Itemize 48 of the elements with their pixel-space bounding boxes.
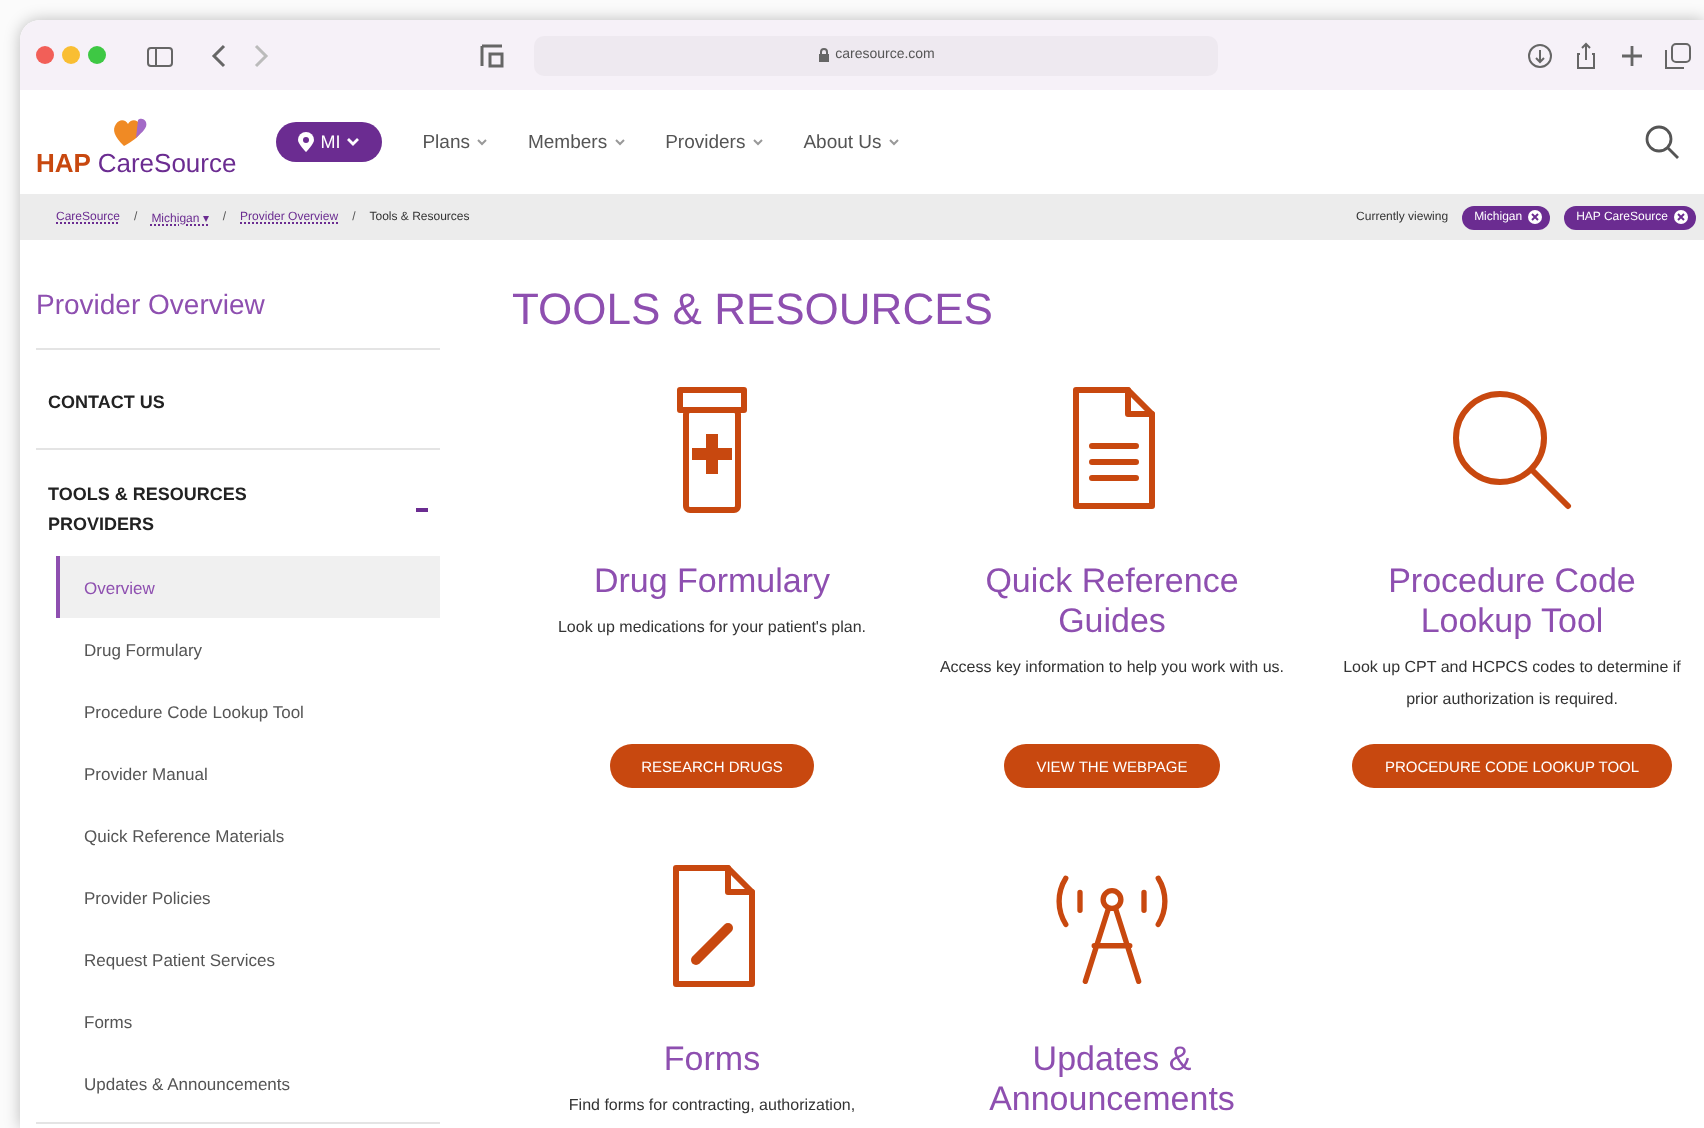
sidebar-link[interactable]: Provider Manual (56, 742, 440, 804)
pin-icon (298, 132, 315, 152)
card-description: Access key information to help you work with us. (937, 656, 1287, 680)
lock-icon (817, 48, 830, 62)
share-icon[interactable] (1572, 41, 1600, 69)
nav-link[interactable]: About Us (803, 131, 900, 153)
sidebar-link[interactable]: Updates & Announcements (56, 1052, 440, 1114)
sidebar-link[interactable]: Overview (56, 556, 440, 618)
card-title: Drug Formulary (591, 562, 833, 602)
sidebar-link[interactable]: Request Patient Services (56, 928, 440, 990)
card-title: Forms (661, 1040, 763, 1080)
page-title: TOOLS & RESOURCES (512, 284, 995, 336)
card-description: Look up CPT and HCPCS codes to determine if prior authorization is required. (1341, 656, 1683, 712)
search-icon[interactable] (1644, 124, 1680, 160)
sidebar-link[interactable]: Procedure Code Lookup Tool (56, 680, 440, 742)
card-title: Updates & Announcements (987, 1040, 1237, 1120)
caret-icon (475, 136, 488, 148)
sidebar-section[interactable]: CONTACT US (36, 350, 440, 448)
nav-link[interactable]: Providers (665, 131, 764, 153)
remove-icon (1528, 210, 1543, 224)
sidebar-title-link[interactable]: Provider Overview (36, 240, 440, 350)
caret-icon (346, 136, 361, 148)
sidebar-link[interactable]: Provider Policies (56, 866, 440, 928)
tab-overview-icon[interactable] (478, 41, 506, 69)
caresource-logo[interactable]: HAP CareSource (36, 115, 237, 177)
caret-icon (751, 136, 764, 148)
sidebar-link[interactable]: Quick Reference Materials (56, 804, 440, 866)
card-description: Find forms for contracting, authorization, (566, 1094, 858, 1118)
download-icon[interactable] (1526, 41, 1554, 69)
nav-link[interactable]: Members (527, 131, 626, 153)
card-title: Quick Reference Guides (983, 562, 1241, 642)
caret-icon (887, 136, 900, 148)
card-description: Look up medications for your patient's plan. (555, 616, 869, 640)
state-selector[interactable]: MI (276, 122, 383, 162)
heart-icon (112, 115, 152, 147)
close-button[interactable] (36, 46, 54, 64)
remove-icon (1674, 210, 1688, 224)
sidebar-link[interactable]: Forms (56, 990, 440, 1052)
caret-icon (613, 136, 626, 148)
sidebar-icon[interactable] (146, 41, 174, 69)
magnifier-icon (1448, 386, 1576, 514)
plus-icon[interactable] (1618, 41, 1646, 69)
sidebar-link[interactable]: Drug Formulary (56, 618, 440, 680)
sidebar-section[interactable]: TOOLS & RESOURCES PROVIDERS (36, 450, 440, 556)
tabs-icon[interactable] (1664, 41, 1692, 69)
logo-text: HAP CareSource (36, 147, 237, 177)
nav-link[interactable]: Plans (422, 131, 488, 153)
card-title: Procedure Code Lookup Tool (1386, 562, 1638, 642)
